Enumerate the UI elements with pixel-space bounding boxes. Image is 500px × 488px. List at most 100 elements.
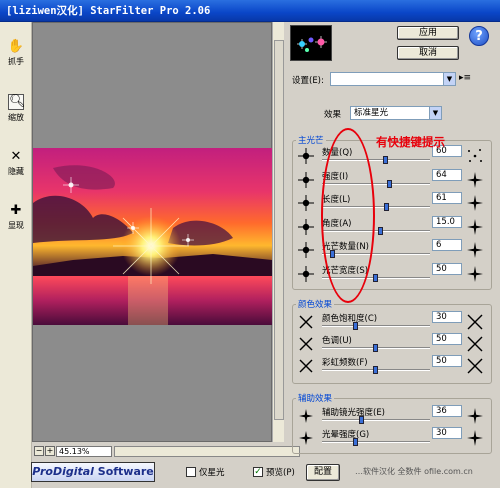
star-preview-icon <box>466 407 484 425</box>
vertical-scrollbar[interactable] <box>272 22 284 442</box>
slider-value-field[interactable]: 30 <box>432 311 462 323</box>
slider-handle[interactable] <box>353 322 358 330</box>
help-icon[interactable]: ? <box>469 26 489 46</box>
cancel-button[interactable]: 取消 <box>397 46 459 60</box>
star-preview-icon <box>466 147 484 165</box>
slider-value-field[interactable]: 36 <box>432 405 462 417</box>
prodigital-logo: ProDigital Software <box>31 462 155 482</box>
slider-value-field[interactable]: 61 <box>432 192 462 204</box>
slider-label: 光晕强度(G) <box>322 430 370 440</box>
slider-label: 辅助镜光强度(E) <box>322 408 386 418</box>
slider-handle[interactable] <box>353 438 358 446</box>
slider-handle[interactable] <box>384 203 389 211</box>
logo-pro: ProDigital <box>32 465 94 478</box>
apply-button[interactable]: 应用 <box>397 26 459 40</box>
star-shape-icon <box>298 358 314 374</box>
star-preview-thumbnail <box>290 25 332 61</box>
star-shape-icon <box>298 265 314 282</box>
preview-checkbox[interactable]: ✓ 预览(P) <box>253 466 295 478</box>
title-bar[interactable]: [liziwen汉化] StarFilter Pro 2.06 <box>0 0 500 22</box>
only-star-label: 仅星光 <box>199 468 225 478</box>
star-shape-icon <box>298 336 314 352</box>
zoom-in-button[interactable]: + <box>45 446 55 456</box>
config-button[interactable]: 配置 <box>306 464 340 481</box>
star-preview-icon <box>466 171 484 189</box>
tool-hand[interactable]: ✋ 抓手 <box>2 40 30 67</box>
horizontal-scrollbar[interactable] <box>114 446 300 457</box>
zoom-icon: 🔍︎ <box>8 94 26 110</box>
star-preview-icon <box>466 194 484 212</box>
star-shape-icon <box>298 314 314 330</box>
star-preview-icon <box>466 218 484 236</box>
slider-value-field[interactable]: 50 <box>432 333 462 345</box>
star-preview-icon <box>466 335 484 353</box>
chevron-down-icon[interactable]: ▼ <box>429 107 441 119</box>
slider-handle[interactable] <box>383 156 388 164</box>
watermark-text: …软件汉化 全数件 ofile.com.cn <box>355 467 473 476</box>
tool-show[interactable]: ✚ 显现 <box>2 204 30 231</box>
slider-handle[interactable] <box>359 416 364 424</box>
hide-cross-icon: ✕ <box>10 149 22 164</box>
star-shape-icon <box>298 242 314 258</box>
tool-hand-label: 抓手 <box>8 57 24 66</box>
star-preview-icon <box>466 265 484 283</box>
star-shape-icon <box>298 171 314 188</box>
slider-value-field[interactable]: 50 <box>432 262 462 275</box>
main-star-title: 主光芒 <box>296 134 326 146</box>
annotation-text: 有快捷键提示 <box>376 135 445 149</box>
tool-zoom-label: 缩放 <box>8 113 24 122</box>
tool-palette: ✋ 抓手 🔍︎ 缩放 ✕ 隐藏 ✚ 显现 <box>0 22 32 488</box>
show-plus-icon: ✚ <box>10 203 22 218</box>
star-shape-icon <box>298 148 314 164</box>
slider-value-field[interactable]: 64 <box>432 168 462 181</box>
slider-value-field[interactable]: 30 <box>432 427 462 439</box>
preview-label: 预览(P) <box>266 468 295 478</box>
chevron-down-icon[interactable]: ▼ <box>443 73 455 85</box>
star-shape-icon <box>298 195 314 211</box>
zoom-value[interactable]: 45.13% <box>56 446 112 457</box>
tool-hide[interactable]: ✕ 隐藏 <box>2 150 30 177</box>
effect-label: 效果 <box>324 110 342 120</box>
effect-value: 标准星光 <box>354 108 389 118</box>
preview-box[interactable]: ✓ <box>253 467 263 477</box>
effect-select[interactable]: 标准星光 ▼ <box>350 106 442 120</box>
slider-track[interactable] <box>322 441 430 443</box>
star-shape-icon <box>298 430 314 446</box>
star-preview-icon <box>466 357 484 375</box>
star-shape-icon <box>298 218 314 235</box>
tool-zoom[interactable]: 🔍︎ 缩放 <box>2 94 30 123</box>
only-star-checkbox[interactable]: 仅星光 <box>186 466 225 478</box>
zoom-out-button[interactable]: − <box>34 446 44 456</box>
settings-menu-icon[interactable]: ▸≡ <box>459 73 471 83</box>
slider-value-field[interactable]: 6 <box>432 239 462 251</box>
tool-show-label: 显现 <box>8 221 24 230</box>
only-star-box[interactable] <box>186 467 196 477</box>
slider-track[interactable] <box>322 419 430 421</box>
slider-label: 颜色饱和度(C) <box>322 314 378 324</box>
settings-select[interactable]: ▼ <box>330 72 456 86</box>
slider-handle[interactable] <box>378 226 383 235</box>
window-title: [liziwen汉化] StarFilter Pro 2.06 <box>6 5 211 17</box>
aux-effect-title: 辅助效果 <box>296 392 335 404</box>
logo-soft: Software <box>93 465 154 478</box>
slider-handle[interactable] <box>387 179 392 188</box>
settings-label: 设置(E): <box>292 76 324 86</box>
slider-handle[interactable] <box>373 344 378 352</box>
slider-value-field[interactable]: 15.0 <box>432 215 462 228</box>
zoom-bar: − + 45.13% <box>32 446 300 458</box>
slider-track[interactable] <box>322 325 430 327</box>
hand-icon: ✋ <box>7 39 25 54</box>
annotation-ellipse <box>321 128 375 303</box>
star-preview-icon <box>466 241 484 259</box>
slider-handle[interactable] <box>373 273 378 282</box>
sunset-photo <box>33 148 272 325</box>
slider-value-field[interactable]: 50 <box>432 355 462 367</box>
slider-label: 色调(U) <box>322 336 352 346</box>
scroll-thumb[interactable] <box>274 40 284 420</box>
star-shape-icon <box>298 408 314 424</box>
color-effect-title: 颜色效果 <box>296 298 335 310</box>
star-preview-icon <box>466 429 484 447</box>
slider-label: 彩虹频数(F) <box>322 358 368 368</box>
tool-hide-label: 隐藏 <box>8 167 24 176</box>
slider-handle[interactable] <box>373 366 378 374</box>
